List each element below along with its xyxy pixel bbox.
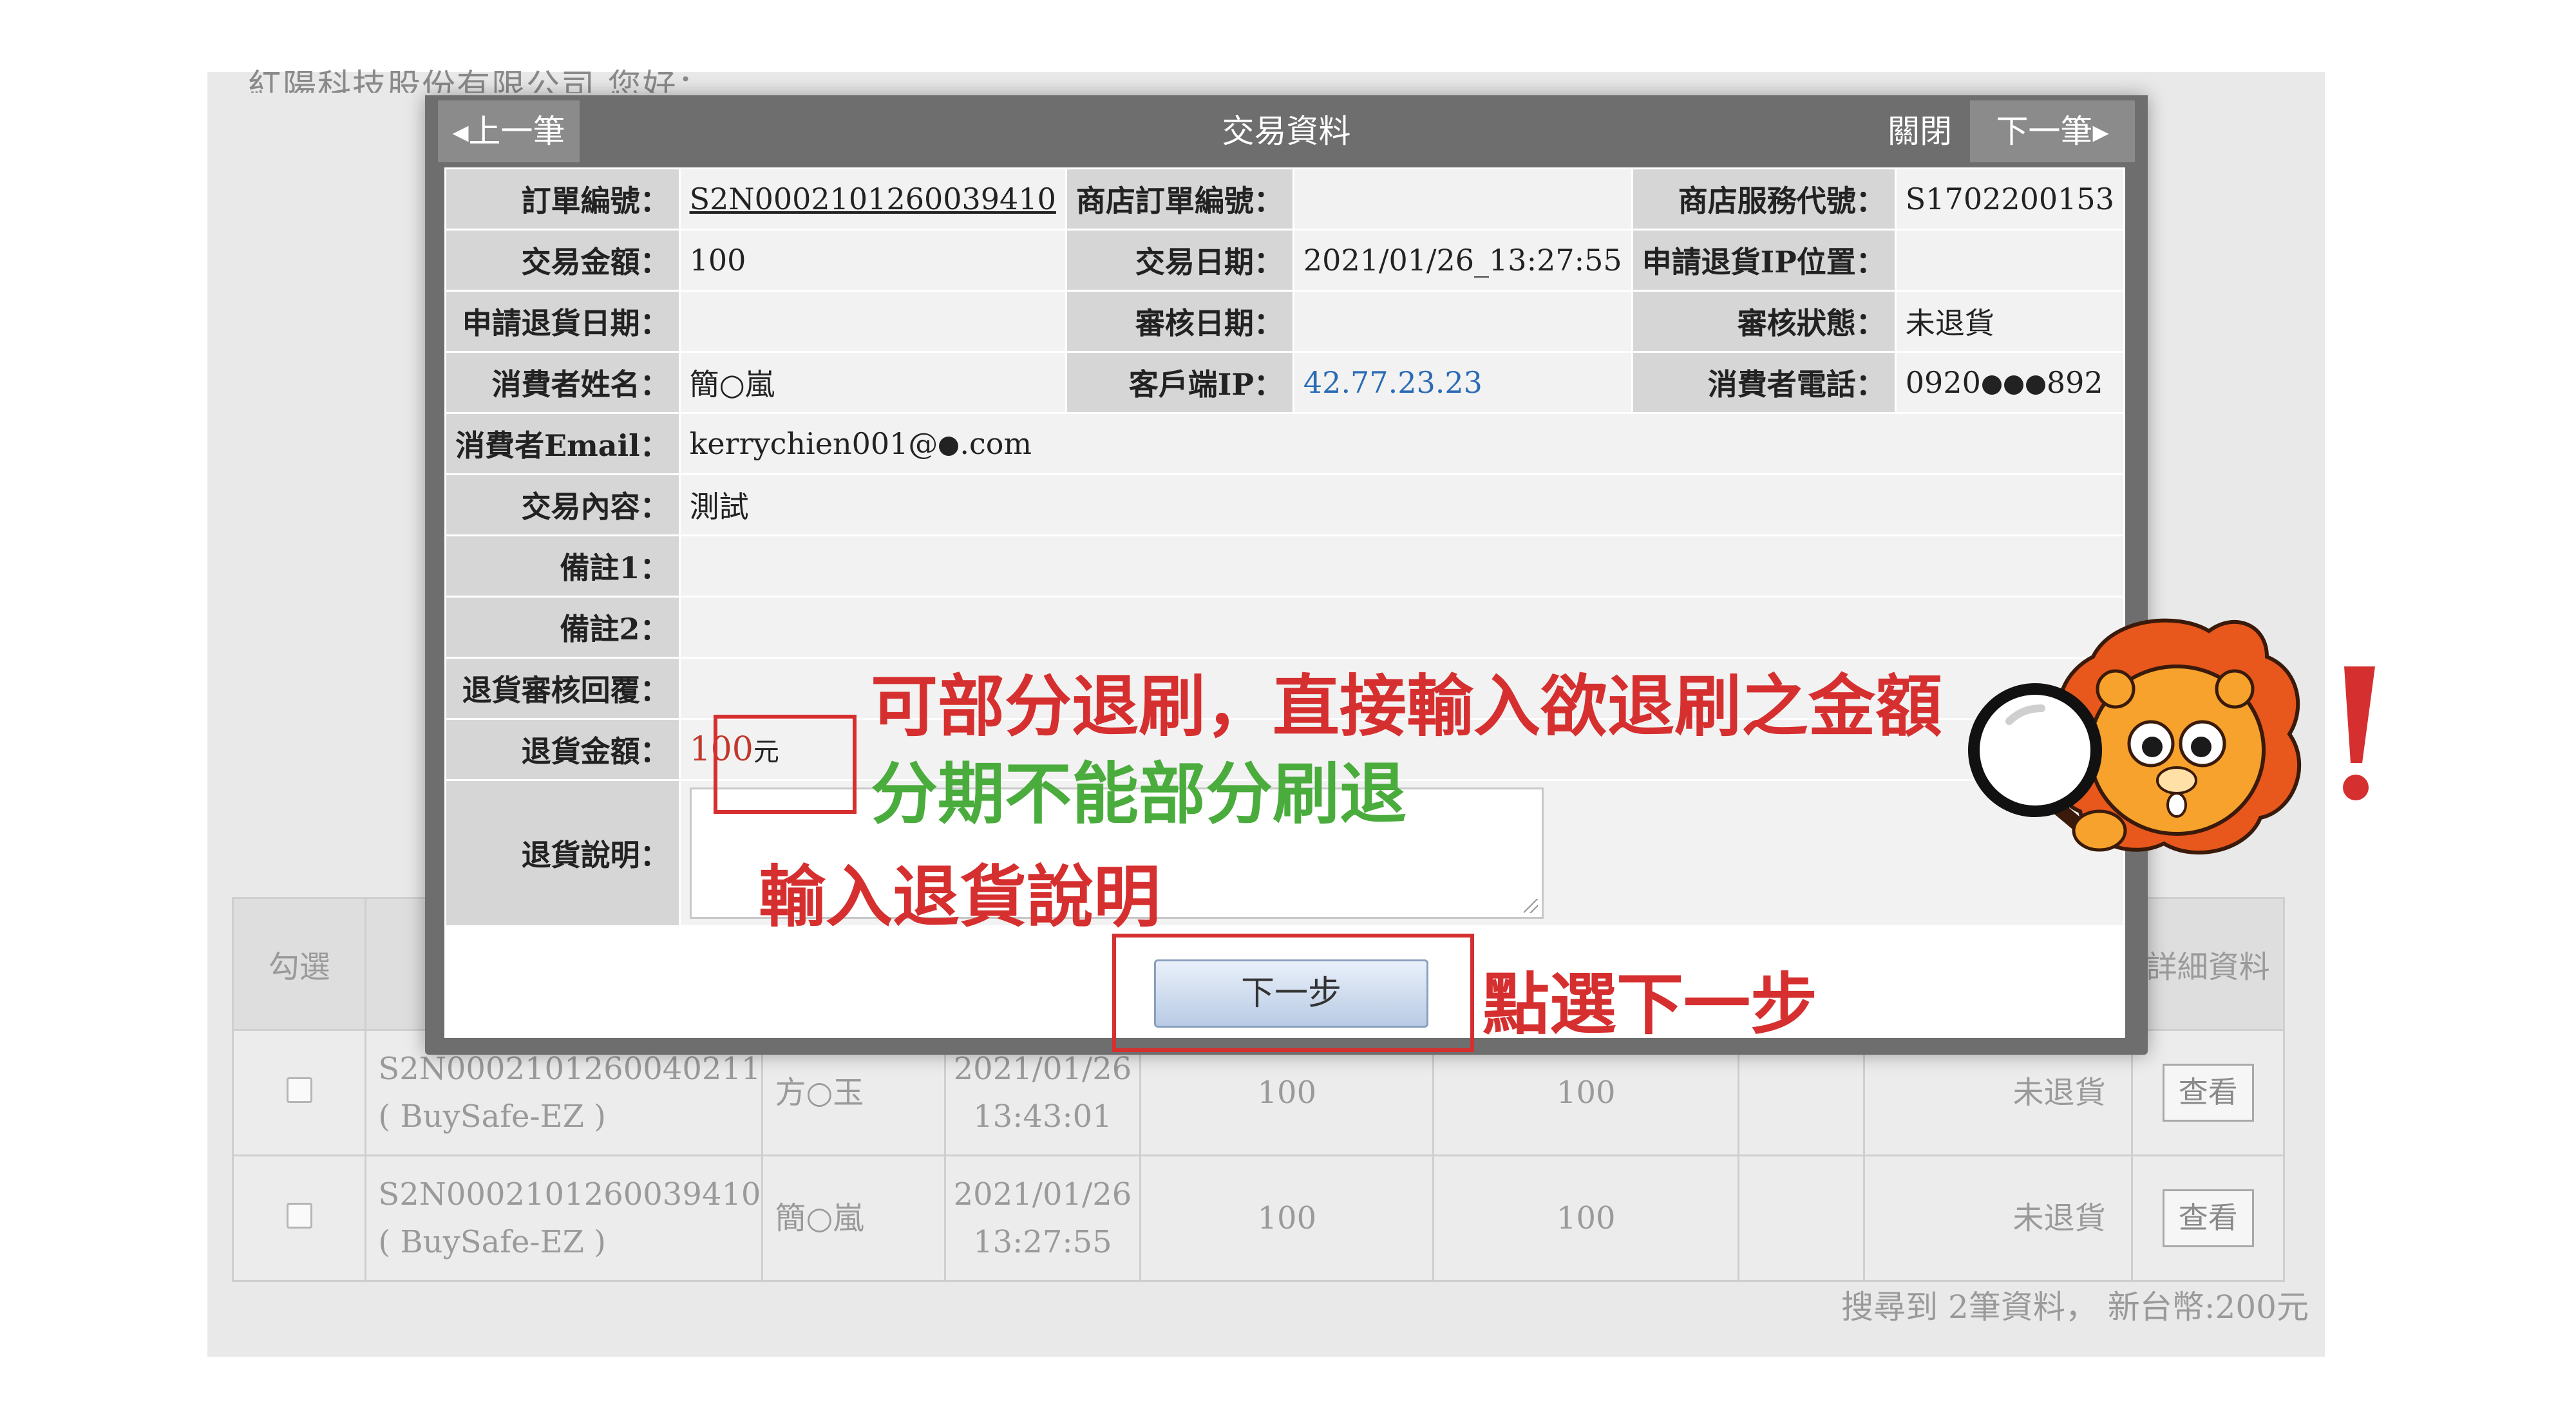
resize-grip-icon[interactable] — [1523, 899, 1538, 913]
customer-name: 簡○嵐 — [761, 1155, 946, 1282]
annotation-partial-refund: 可部分退刷，直接輸入欲退刷之金額 — [871, 667, 1943, 746]
note1-label: 備註1： — [444, 534, 681, 598]
refund-date-value — [678, 290, 1067, 353]
order-date: 2021/01/26 — [953, 1050, 1132, 1087]
order-type: ( BuySafe-EZ ) — [378, 1098, 606, 1135]
order-no-label: 訂單編號： — [444, 167, 681, 231]
service-code-label: 商店服務代號： — [1631, 167, 1897, 231]
row-checkbox[interactable] — [286, 1077, 312, 1103]
refund-amount-label: 退貨金額： — [444, 718, 681, 781]
review-date-value — [1292, 290, 1633, 353]
review-status-label: 審核狀態： — [1631, 290, 1897, 353]
annotation-click-next: 點選下一步 — [1482, 965, 1818, 1044]
amount: 100 — [1139, 1155, 1435, 1282]
service-code-value: S1702200153 — [1894, 167, 2126, 231]
consumer-name-value: 簡○嵐 — [678, 351, 1067, 414]
amount-label: 交易金額： — [444, 229, 681, 292]
consumer-name-label: 消費者姓名： — [444, 351, 681, 414]
close-button[interactable]: 關閉 — [1876, 100, 1964, 162]
phone-suffix: 892 — [2046, 365, 2103, 400]
date-label: 交易日期： — [1065, 229, 1294, 292]
content-label: 交易內容： — [444, 473, 681, 536]
greeting-text: 紅陽科技股份有限公司 您好： — [248, 68, 712, 93]
redaction-dot — [2025, 375, 2045, 395]
redaction-dot — [2003, 375, 2023, 395]
email-label: 消費者Email： — [444, 412, 681, 475]
modal-body: 訂單編號： S2N0002101260039410 商店訂單編號： 商店服務代號… — [444, 167, 2126, 1038]
next-step-highlight — [1112, 934, 1474, 1052]
phone-prefix: 0920 — [1905, 365, 1981, 400]
content-value: 測試 — [678, 473, 2126, 536]
amount-value: 100 — [678, 229, 1067, 292]
email-prefix: kerrychien001@ — [689, 426, 938, 461]
email-value: kerrychien001@ .com — [678, 412, 2126, 475]
phone-label: 消費者電話： — [1631, 351, 1897, 414]
next-record-button[interactable]: 下一筆▸ — [1970, 100, 2135, 162]
row-checkbox[interactable] — [286, 1202, 312, 1229]
order-type: ( BuySafe-EZ ) — [378, 1224, 606, 1260]
annotation-installment: 分期不能部分刷退 — [871, 755, 1407, 833]
refund-reply-label: 退貨審核回覆： — [444, 657, 681, 720]
amount-net: 100 — [1432, 1155, 1740, 1282]
refund-ip-value — [1894, 229, 2126, 292]
order-date: 2021/01/26 — [953, 1176, 1132, 1212]
view-button[interactable]: 查看 — [2162, 1064, 2254, 1122]
phone-value: 0920 892 — [1894, 351, 2126, 414]
header-select: 勾選 — [231, 897, 367, 1031]
search-summary: 搜尋到 2筆資料， 新台幣:200元 — [1841, 1288, 2309, 1326]
client-ip-link[interactable]: 42.77.23.23 — [1303, 365, 1482, 400]
order-time: 13:27:55 — [973, 1224, 1112, 1260]
view-button[interactable]: 查看 — [2162, 1189, 2254, 1247]
exclamation-icon — [2343, 666, 2375, 800]
lion-mascot-icon — [1968, 618, 2302, 854]
shop-order-value — [1292, 167, 1633, 231]
note1-value — [678, 534, 2126, 598]
note2-label: 備註2： — [444, 596, 681, 659]
redaction-dot — [939, 437, 959, 456]
prev-label: 上一筆 — [468, 113, 565, 150]
prev-record-button[interactable]: ◂上一筆 — [438, 100, 580, 162]
annotation-enter-description: 輸入退貨說明 — [759, 858, 1161, 936]
redaction-dot — [1982, 375, 2002, 395]
modal-header: 交易資料 ◂上一筆 關閉 下一筆▸ — [425, 95, 2148, 167]
shop-order-label: 商店訂單編號： — [1065, 167, 1294, 231]
client-ip-label: 客戶端IP： — [1065, 351, 1294, 414]
next-label: 下一筆 — [1996, 113, 2093, 150]
review-date-label: 審核日期： — [1065, 290, 1294, 353]
order-id: S2N0002101260040211 — [378, 1050, 761, 1087]
order-no-link[interactable]: S2N0002101260039410 — [690, 182, 1056, 216]
refund-date-label: 申請退貨日期： — [444, 290, 681, 353]
refund-ip-label: 申請退貨IP位置： — [1631, 229, 1897, 292]
status: 未退貨 — [1862, 1155, 2134, 1282]
refund-desc-label: 退貨說明： — [444, 779, 681, 927]
transaction-modal: 交易資料 ◂上一筆 關閉 下一筆▸ 訂單編號： S2N0002101260039… — [425, 95, 2148, 1055]
note2-value — [678, 596, 2126, 659]
review-status-value: 未退貨 — [1894, 290, 2126, 353]
order-time: 13:43:01 — [973, 1098, 1112, 1135]
order-id: S2N0002101260039410 — [378, 1176, 761, 1212]
header-details: 詳細資料 — [2131, 897, 2285, 1031]
date-value: 2021/01/26_13:27:55 — [1292, 229, 1633, 292]
caret-left-icon: ◂ — [452, 113, 469, 150]
email-suffix: .com — [960, 426, 1032, 461]
caret-right-icon: ▸ — [2092, 113, 2109, 150]
table-row: S2N0002101260039410 ( BuySafe-EZ ) 簡○嵐 20… — [231, 1155, 2285, 1282]
refund-amount-highlight — [714, 715, 857, 814]
